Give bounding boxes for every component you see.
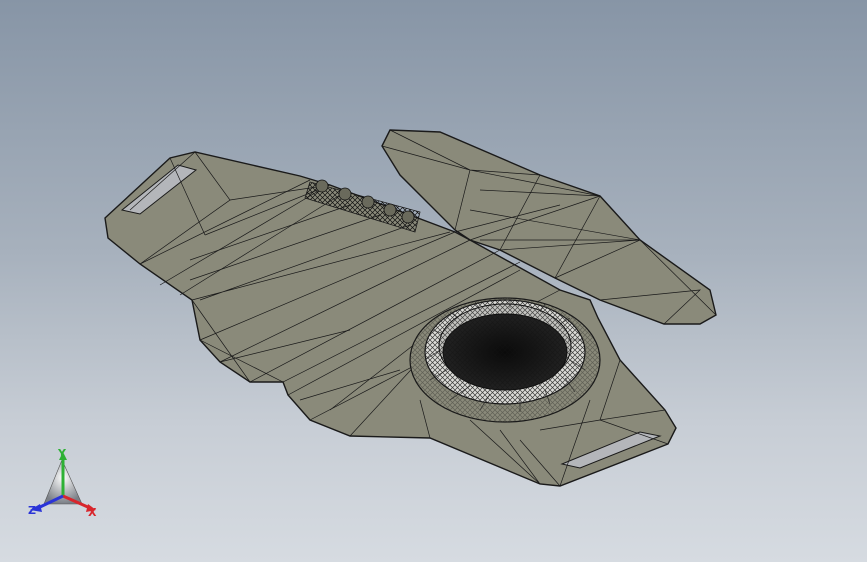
graphics-viewport[interactable]: Y X Z — [0, 0, 867, 562]
round-boss — [409, 297, 601, 423]
z-axis-label: Z — [28, 504, 36, 517]
orientation-triad[interactable]: Y X Z — [22, 446, 108, 526]
mesh-model[interactable] — [0, 0, 867, 562]
x-axis-label: X — [88, 506, 97, 519]
y-axis-label: Y — [57, 447, 67, 460]
